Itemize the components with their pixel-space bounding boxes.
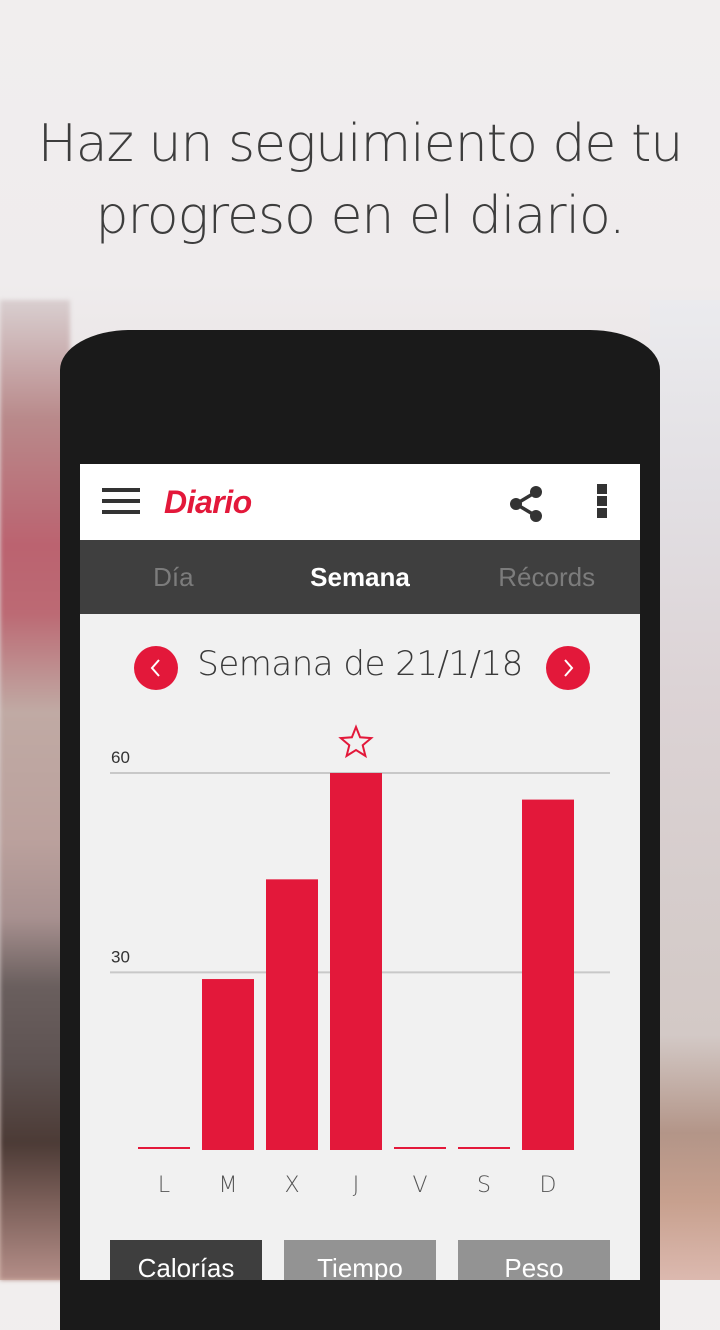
more-vertical-icon[interactable] bbox=[594, 484, 610, 522]
calorias-button[interactable]: Calorías bbox=[110, 1240, 262, 1280]
share-icon[interactable] bbox=[506, 484, 546, 524]
promo-headline-line-2: progreso en el diario. bbox=[95, 186, 626, 246]
app-bar: Diario bbox=[80, 464, 640, 540]
tab-dia[interactable]: Día bbox=[80, 540, 267, 614]
y-tick-label: 30 bbox=[111, 947, 130, 966]
bar-J bbox=[330, 773, 382, 1150]
app-screen: Diario Día Semana Récords Semana de 21/1… bbox=[80, 464, 640, 1280]
tiempo-button[interactable]: Tiempo bbox=[284, 1240, 436, 1280]
x-tick-label: S bbox=[477, 1173, 491, 1198]
weekly-bar-chart: 30 60 L M X J V S D bbox=[80, 724, 640, 1224]
bar-X bbox=[266, 879, 318, 1150]
y-tick-label: 60 bbox=[111, 748, 130, 767]
x-tick-label: M bbox=[219, 1173, 238, 1198]
promo-headline-line-1: Haz un seguimiento de tu bbox=[37, 114, 684, 174]
x-tick-label: V bbox=[412, 1173, 427, 1198]
promo-headline: Haz un seguimiento de tu progreso en el … bbox=[0, 108, 720, 252]
bar-M bbox=[202, 979, 254, 1150]
x-tick-label: D bbox=[540, 1173, 557, 1198]
hamburger-menu-icon[interactable] bbox=[102, 488, 140, 516]
tab-semana[interactable]: Semana bbox=[267, 540, 454, 614]
view-tabs: Día Semana Récords bbox=[80, 540, 640, 614]
bar-S bbox=[458, 1147, 510, 1149]
x-tick-label: J bbox=[353, 1173, 360, 1198]
metric-selector: Calorías Tiempo Peso bbox=[110, 1240, 610, 1280]
bar-V bbox=[394, 1147, 446, 1149]
chart-svg: 30 60 L M X J V S D bbox=[110, 724, 610, 1198]
chevron-right-icon bbox=[564, 659, 574, 677]
bar-D bbox=[522, 799, 574, 1150]
x-tick-label: L bbox=[158, 1173, 170, 1198]
star-outline-icon bbox=[338, 724, 374, 759]
tab-records[interactable]: Récords bbox=[453, 540, 640, 614]
bar-L bbox=[138, 1147, 190, 1149]
week-navigator: Semana de 21/1/18 bbox=[80, 614, 640, 724]
app-title: Diario bbox=[164, 484, 252, 520]
x-tick-label: X bbox=[284, 1173, 299, 1198]
next-week-button[interactable] bbox=[546, 646, 590, 690]
peso-button[interactable]: Peso bbox=[458, 1240, 610, 1280]
background-blur-right bbox=[650, 300, 720, 1280]
